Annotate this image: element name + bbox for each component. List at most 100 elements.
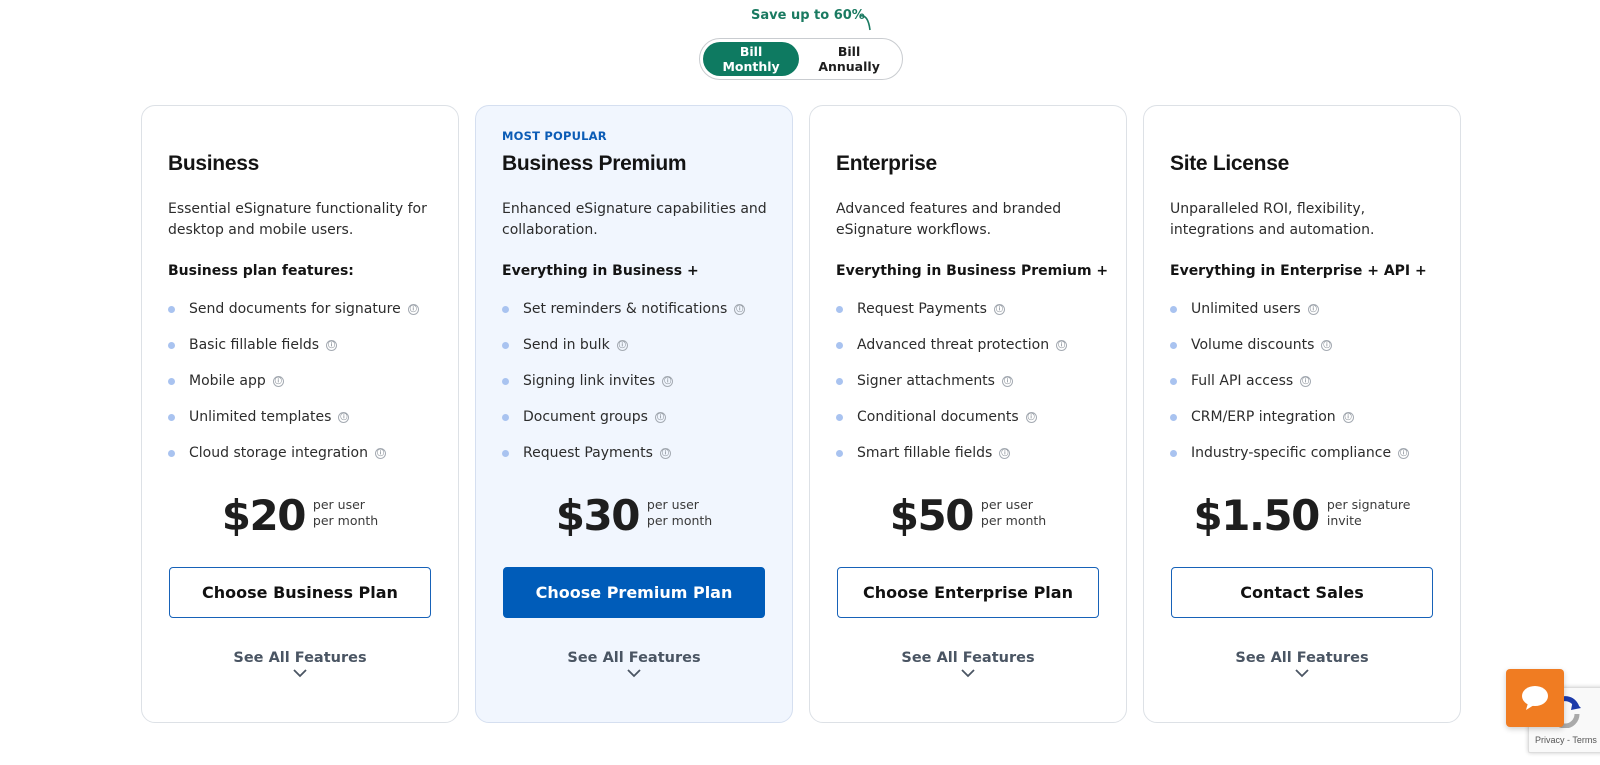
info-icon[interactable]: ⓘ	[1001, 375, 1013, 387]
bullet-icon	[502, 449, 509, 457]
see-all-features-link[interactable]: See All Features	[476, 649, 792, 678]
bullet-icon	[836, 377, 843, 385]
price-unit-line2: invite	[1326, 513, 1362, 528]
most-popular-badge: MOST POPULAR	[502, 129, 607, 143]
feature-item: Document groups ⓘ	[502, 399, 745, 435]
see-all-features-link[interactable]: See All Features	[1144, 649, 1460, 678]
bullet-icon	[836, 449, 843, 457]
bullet-icon	[1170, 413, 1177, 421]
feature-item: Request Payments ⓘ	[502, 435, 745, 471]
feature-label: Mobile app	[189, 373, 266, 389]
feature-label: Request Payments	[523, 445, 653, 461]
price: $30	[555, 491, 641, 540]
feature-item: Send in bulk ⓘ	[502, 327, 745, 363]
see-all-features-link[interactable]: See All Features	[810, 649, 1126, 678]
feature-item: Signer attachments ⓘ	[836, 363, 1067, 399]
price-unit-line2: per month	[646, 513, 713, 528]
feature-label: Send in bulk	[523, 337, 610, 353]
price-row: $50 per user per month	[810, 491, 1126, 541]
see-all-features-label: See All Features	[1235, 650, 1369, 666]
feature-label: Signing link invites	[523, 373, 656, 389]
bullet-icon	[836, 305, 843, 313]
feature-item: Basic fillable fields ⓘ	[168, 327, 419, 363]
feature-list: Unlimited users ⓘ Volume discounts ⓘ Full …	[1170, 291, 1410, 471]
feature-list: Set reminders & notifications ⓘ Send in b…	[502, 291, 746, 471]
plan-card-enterprise: Enterprise Advanced features and branded…	[809, 105, 1127, 723]
price-unit: per signature invite	[1327, 497, 1411, 529]
feature-label: Unlimited templates	[189, 409, 332, 425]
bill-monthly-button[interactable]: Bill Monthly	[703, 42, 800, 76]
info-icon[interactable]: ⓘ	[993, 303, 1005, 315]
plan-name: Business	[168, 152, 259, 175]
info-icon[interactable]: ⓘ	[1398, 447, 1410, 459]
info-icon[interactable]: ⓘ	[616, 339, 628, 351]
price-unit-line1: per user	[980, 497, 1033, 512]
recaptcha-links[interactable]: Privacy - Terms	[1535, 735, 1597, 745]
feature-label: Full API access	[1191, 373, 1294, 389]
chat-button[interactable]	[1506, 669, 1564, 727]
plan-name: Site License	[1170, 152, 1289, 175]
bullet-icon	[502, 341, 509, 349]
info-icon[interactable]: ⓘ	[659, 447, 671, 459]
feature-label: Industry-specific compliance	[1191, 445, 1392, 461]
info-icon[interactable]: ⓘ	[1307, 303, 1319, 315]
feature-item: Volume discounts ⓘ	[1170, 327, 1409, 363]
info-icon[interactable]: ⓘ	[1321, 339, 1333, 351]
see-all-features-label: See All Features	[901, 650, 1035, 666]
info-icon[interactable]: ⓘ	[1300, 375, 1312, 387]
see-all-features-link[interactable]: See All Features	[142, 649, 458, 678]
feature-item: Full API access ⓘ	[1170, 363, 1409, 399]
feature-item: Send documents for signature ⓘ	[168, 291, 419, 327]
info-icon[interactable]: ⓘ	[1342, 411, 1354, 423]
choose-premium-plan-button[interactable]: Choose Premium Plan	[503, 567, 765, 618]
bill-annually-button[interactable]: Bill Annually	[799, 42, 899, 76]
feature-label: Smart fillable fields	[857, 445, 993, 461]
plan-name: Enterprise	[836, 152, 937, 175]
info-icon[interactable]: ⓘ	[999, 447, 1011, 459]
chevron-down-icon	[293, 669, 307, 678]
save-note: Save up to 60%	[751, 8, 865, 23]
price-unit-line1: per signature	[1326, 497, 1411, 512]
chat-bubble-icon	[1522, 686, 1548, 710]
info-icon[interactable]: ⓘ	[1025, 411, 1037, 423]
feature-item: Unlimited users ⓘ	[1170, 291, 1409, 327]
feature-label: Send documents for signature	[189, 301, 401, 317]
info-icon[interactable]: ⓘ	[374, 447, 386, 459]
price: $1.50	[1193, 491, 1321, 540]
feature-list: Request Payments ⓘ Advanced threat protec…	[836, 291, 1068, 471]
feature-label: Document groups	[523, 409, 648, 425]
feature-label: Signer attachments	[857, 373, 995, 389]
features-heading: Business plan features:	[168, 263, 354, 279]
bullet-icon	[168, 305, 175, 313]
price-unit-line2: per month	[312, 513, 379, 528]
chevron-down-icon	[961, 669, 975, 678]
bullet-icon	[1170, 449, 1177, 457]
info-icon[interactable]: ⓘ	[662, 375, 674, 387]
info-icon[interactable]: ⓘ	[654, 411, 666, 423]
choose-enterprise-plan-button[interactable]: Choose Enterprise Plan	[837, 567, 1099, 618]
price-unit-line1: per user	[312, 497, 365, 512]
bullet-icon	[836, 341, 843, 349]
info-icon[interactable]: ⓘ	[272, 375, 284, 387]
chevron-down-icon	[1295, 669, 1309, 678]
feature-item: Unlimited templates ⓘ	[168, 399, 419, 435]
plan-description: Essential eSignature functionality for d…	[168, 201, 427, 238]
feature-label: Set reminders & notifications	[523, 301, 728, 317]
feature-label: Advanced threat protection	[857, 337, 1050, 353]
price-row: $20 per user per month	[142, 491, 458, 541]
bullet-icon	[502, 413, 509, 421]
choose-business-plan-button[interactable]: Choose Business Plan	[169, 567, 431, 618]
info-icon[interactable]: ⓘ	[326, 339, 338, 351]
price-unit-line1: per user	[646, 497, 699, 512]
feature-item: CRM/ERP integration ⓘ	[1170, 399, 1409, 435]
info-icon[interactable]: ⓘ	[734, 303, 746, 315]
price-unit-line2: per month	[980, 513, 1047, 528]
info-icon[interactable]: ⓘ	[1056, 339, 1068, 351]
bullet-icon	[1170, 305, 1177, 313]
info-icon[interactable]: ⓘ	[338, 411, 350, 423]
info-icon[interactable]: ⓘ	[407, 303, 419, 315]
contact-sales-button[interactable]: Contact Sales	[1171, 567, 1433, 618]
feature-item: Mobile app ⓘ	[168, 363, 419, 399]
price: $50	[889, 491, 975, 540]
feature-label: CRM/ERP integration	[1191, 409, 1336, 425]
